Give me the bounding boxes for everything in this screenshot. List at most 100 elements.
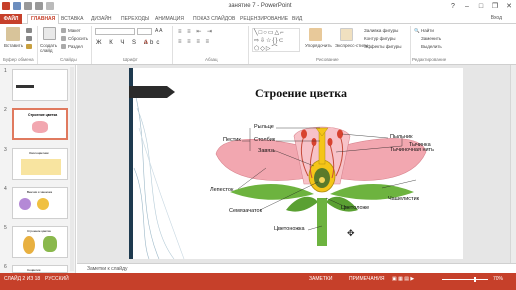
fill-button[interactable]: Заливка фигуры xyxy=(364,28,398,33)
ribbon: Вставить Буфер обмена Создать слайд Маке… xyxy=(0,24,516,65)
group-separator xyxy=(248,26,249,64)
reset-button[interactable]: Сбросить xyxy=(68,36,88,41)
thumbnail-scrollbar[interactable] xyxy=(70,67,74,271)
section-button[interactable]: Раздел xyxy=(68,44,83,49)
undo-icon[interactable] xyxy=(24,2,32,10)
label-filament: Тычиночная нить xyxy=(390,147,434,153)
font-color-icon[interactable]: A xyxy=(144,40,148,46)
thumb-title: Венчик и чашечка xyxy=(27,190,53,194)
effects-button[interactable]: Эффекты фигуры xyxy=(364,44,402,49)
label-petal: Лепесток xyxy=(210,187,234,193)
label-pedicel: Цветоножка xyxy=(274,226,305,232)
canvas-scrollbar[interactable] xyxy=(510,65,516,263)
label-pistil: Пестик xyxy=(223,137,241,143)
minimize-icon[interactable]: – xyxy=(460,1,474,12)
group-separator xyxy=(91,26,92,64)
thumb-image xyxy=(19,198,31,210)
group-separator xyxy=(37,26,38,64)
language-indicator[interactable]: РУССКИЙ xyxy=(45,276,69,282)
thumbnail-number: 2 xyxy=(4,107,7,113)
view-buttons[interactable]: ▣ ▦ ▤ ▶ xyxy=(392,276,432,282)
zoom-slider[interactable] xyxy=(442,279,488,280)
app-icon xyxy=(2,2,10,10)
tab-home[interactable]: ГЛАВНАЯ xyxy=(27,14,60,24)
zoom-slider-thumb[interactable] xyxy=(474,277,476,282)
tab-slideshow[interactable]: ПОКАЗ СЛАЙДОВ xyxy=(193,15,235,24)
thumbnail-number: 6 xyxy=(4,264,7,270)
slide-thumbnail-3[interactable]: Околоцветник xyxy=(12,148,68,180)
section-icon xyxy=(61,44,66,49)
new-slide-icon[interactable] xyxy=(43,27,56,40)
thumb-title: Околоцветник xyxy=(29,151,49,155)
layout-icon xyxy=(61,28,66,33)
font-size-input[interactable] xyxy=(137,28,152,35)
slide-thumbnail-5[interactable]: Строение цветка xyxy=(12,226,68,258)
tab-file[interactable]: ФАЙЛ xyxy=(0,14,22,24)
redo-icon[interactable] xyxy=(35,2,43,10)
restore-icon[interactable]: ❐ xyxy=(488,1,502,12)
thumb-banner xyxy=(16,85,34,88)
font-style-buttons[interactable]: Ж К Ч S abc xyxy=(96,40,162,46)
status-bar: СЛАЙД 2 ИЗ 18 РУССКИЙ ЗАМЕТКИ ПРИМЕЧАНИЯ… xyxy=(0,273,516,290)
title-bar: занятие 7 - PowerPoint ? – □ ❐ ✕ xyxy=(0,0,516,14)
thumb-flower-image xyxy=(32,121,48,133)
slide-thumbnail-2[interactable]: Строение цветка xyxy=(12,108,68,140)
drawing-group-label: Рисование xyxy=(316,57,339,62)
quick-styles-icon[interactable] xyxy=(340,28,353,41)
tab-insert[interactable]: ВСТАВКА xyxy=(61,15,83,24)
thumbnail-number: 3 xyxy=(4,147,7,153)
sign-in-link[interactable]: Вход xyxy=(491,15,502,21)
tab-transitions[interactable]: ПЕРЕХОДЫ xyxy=(121,15,149,24)
paste-button[interactable]: Вставить xyxy=(4,43,23,48)
slide-title[interactable]: Строение цветка xyxy=(236,86,366,101)
copy-icon[interactable] xyxy=(26,36,32,41)
select-button[interactable]: Выделить xyxy=(421,44,442,49)
comments-button[interactable]: ПРИМЕЧАНИЯ xyxy=(349,276,385,282)
tab-review[interactable]: РЕЦЕНЗИРОВАНИЕ xyxy=(240,15,288,24)
new-slide-button[interactable]: Создать слайд xyxy=(40,43,60,53)
thumb-image xyxy=(37,198,49,210)
find-icon[interactable]: 🔍 xyxy=(414,28,420,34)
help-icon[interactable]: ? xyxy=(446,1,460,12)
arrange-icon[interactable] xyxy=(309,28,322,41)
font-name-input[interactable] xyxy=(95,28,135,35)
slideshow-icon[interactable] xyxy=(46,2,54,10)
notes-button[interactable]: ЗАМЕТКИ xyxy=(309,276,332,282)
slide-thumbnail-4[interactable]: Венчик и чашечка xyxy=(12,187,68,219)
format-painter-icon[interactable] xyxy=(26,44,32,49)
align-buttons[interactable]: ≡ ≡ ≡ ≡ xyxy=(178,39,211,45)
close-icon[interactable]: ✕ xyxy=(502,1,516,12)
thumbnail-number: 1 xyxy=(4,68,7,74)
editing-group-label: Редактирование xyxy=(412,57,447,62)
layout-button[interactable]: Макет xyxy=(68,28,81,33)
replace-button[interactable]: Заменить xyxy=(421,36,441,41)
maximize-icon[interactable]: □ xyxy=(474,1,488,12)
find-button[interactable]: Найти xyxy=(421,28,434,33)
thumb-title: Строение цветка xyxy=(27,229,51,233)
cut-icon[interactable] xyxy=(26,28,32,33)
save-icon[interactable] xyxy=(13,2,21,10)
grow-font-icon[interactable]: A A xyxy=(155,28,163,34)
zoom-level[interactable]: 70% xyxy=(493,276,503,282)
outline-button[interactable]: Контур фигуры xyxy=(364,36,395,41)
slide-thumbnail-1[interactable] xyxy=(12,69,68,101)
slides-group-label: Слайды xyxy=(60,57,77,62)
thumbnail-number: 4 xyxy=(4,186,7,192)
font-group-label: Шрифт xyxy=(123,57,138,62)
paste-icon[interactable] xyxy=(6,27,20,41)
slide-thumbnail-pane: 1 2 Строение цветка 3 Околоцветник 4 Вен… xyxy=(0,65,76,273)
arrange-button[interactable]: Упорядочить xyxy=(305,43,332,48)
paragraph-group-label: Абзац xyxy=(205,57,218,62)
shapes-gallery[interactable]: ╲□○▭△⌐ ⇨⇩☆{}⊂ ⬠◇▷⌒ xyxy=(252,28,300,52)
tab-animation[interactable]: АНИМАЦИЯ xyxy=(155,15,184,24)
notes-pane[interactable]: Заметки к слайду xyxy=(77,263,516,273)
list-buttons[interactable]: ≡ ≡ ⇤ ⇥ xyxy=(178,28,214,35)
quick-styles-button[interactable]: Экспресс-стили xyxy=(335,43,368,48)
slide-thumbnail-6[interactable]: Соцветия xyxy=(12,265,68,273)
slide-decoration xyxy=(129,68,185,259)
clipboard-group-label: Буфер обмена xyxy=(3,57,34,62)
tab-design[interactable]: ДИЗАЙН xyxy=(91,15,112,24)
flower-diagram[interactable] xyxy=(190,106,452,246)
tab-view[interactable]: ВИД xyxy=(292,15,302,24)
move-cursor-icon: ✥ xyxy=(347,228,355,238)
